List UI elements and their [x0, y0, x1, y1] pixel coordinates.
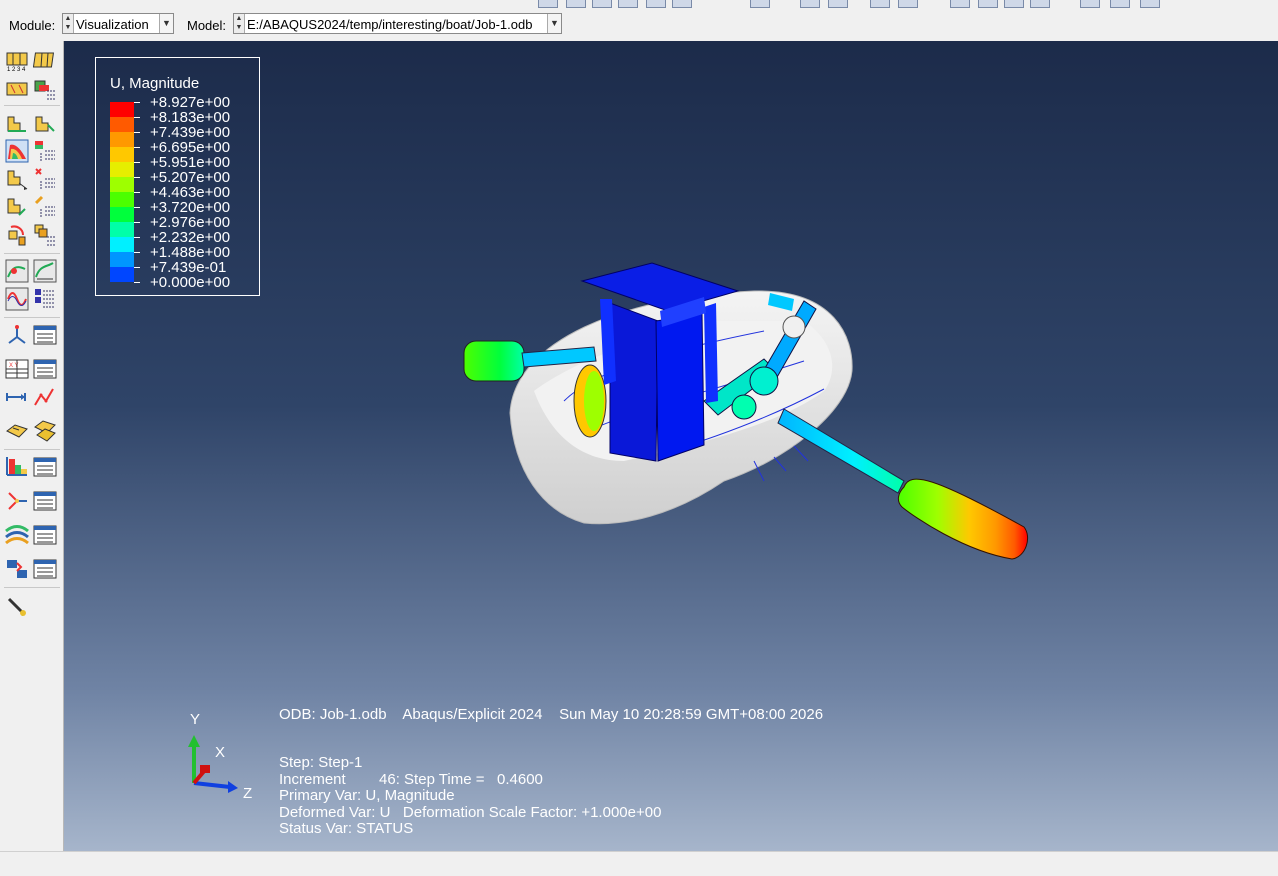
toolbar-icon[interactable] — [592, 0, 612, 8]
increment-line: Increment 46: Step Time = 0.4600 — [279, 771, 543, 788]
plot-symbols-icon[interactable] — [5, 167, 29, 191]
animation-options-icon[interactable] — [33, 287, 57, 311]
toolbar-icon[interactable] — [978, 0, 998, 8]
model-combo[interactable]: ▲ ▼ E:/ABAQUS2024/temp/interesting/boat/J… — [233, 13, 562, 34]
svg-text:1 2 3 4: 1 2 3 4 — [7, 67, 26, 73]
animate-time-icon[interactable] — [33, 259, 57, 283]
toolbar-icon[interactable] — [828, 0, 848, 8]
toolbar-icon[interactable] — [618, 0, 638, 8]
view-cut-create-icon[interactable] — [5, 557, 29, 581]
create-path-icon[interactable] — [5, 385, 29, 409]
toolbar-icon[interactable] — [646, 0, 666, 8]
toolbar-icon[interactable] — [566, 0, 586, 8]
plot-both-icon[interactable] — [5, 77, 29, 101]
spin-arrows-icon[interactable]: ▲ ▼ — [234, 14, 245, 33]
plot-deformed-icon[interactable] — [33, 49, 57, 73]
plot-undeformed-icon[interactable]: 1 2 3 4 — [5, 49, 29, 73]
spin-arrows-icon[interactable]: ▲ ▼ — [63, 14, 74, 33]
plot-material-orientations-icon[interactable] — [5, 195, 29, 219]
toolbar-icon[interactable] — [950, 0, 970, 8]
odb-info-line: ODB: Job-1.odb Abaqus/Explicit 2024 Sun … — [279, 706, 824, 723]
visualization-toolbox: 1 2 3 4 X Y — [0, 41, 64, 851]
common-options-icon[interactable] — [5, 111, 29, 135]
toolbar-icon[interactable] — [1030, 0, 1050, 8]
stream-create-icon[interactable] — [5, 523, 29, 547]
model-label: Model: — [187, 18, 227, 33]
display-group-icon[interactable] — [5, 419, 29, 443]
replace-display-group-icon[interactable] — [33, 419, 57, 443]
xy-data-table-icon[interactable]: X Y — [5, 357, 29, 381]
status-bar — [0, 851, 1278, 876]
animate-time-history-icon[interactable] — [5, 223, 29, 247]
stream-manager-icon[interactable] — [33, 523, 57, 547]
xy-data-manager-icon[interactable] — [33, 323, 57, 347]
toolbar-icon[interactable] — [1140, 0, 1160, 8]
toolbar-icon[interactable] — [672, 0, 692, 8]
create-xy-data-icon[interactable] — [5, 323, 29, 347]
triad-axes-icon — [188, 735, 238, 793]
toolbar-icon[interactable] — [1080, 0, 1100, 8]
deformed-var-line: Deformed Var: U Deformation Scale Factor… — [279, 804, 662, 821]
context-bar: Module: ▲ ▼ Visualization ▼ Model: ▲ ▼ E:/… — [0, 9, 1278, 41]
status-var-line: Status Var: STATUS — [279, 820, 414, 837]
toolbar-icon[interactable] — [870, 0, 890, 8]
module-value: Visualization — [76, 17, 149, 32]
plot-options-icon[interactable] — [33, 77, 57, 101]
toolbar-icon[interactable] — [538, 0, 558, 8]
free-body-cut-icon[interactable] — [5, 489, 29, 513]
step-line: Step: Step-1 — [279, 754, 363, 771]
contour-options-icon[interactable] — [33, 139, 57, 163]
module-combo[interactable]: ▲ ▼ Visualization ▼ — [62, 13, 174, 34]
module-label: Module: — [9, 18, 56, 33]
path-plot-icon[interactable] — [33, 385, 57, 409]
xy-data-list-icon[interactable] — [33, 357, 57, 381]
view-cut-options-icon[interactable] — [33, 223, 57, 247]
create-display-group-icon[interactable] — [5, 455, 29, 479]
free-body-manager-icon[interactable] — [33, 489, 57, 513]
primary-var-line: Primary Var: U, Magnitude — [279, 787, 455, 804]
chevron-down-icon[interactable]: ▼ — [547, 14, 561, 33]
graphics-viewport[interactable]: U, Magnitude +8.927e+00 +8.183e+00 +7.439e… — [64, 41, 1278, 851]
symbol-options-icon[interactable] — [33, 167, 57, 191]
superimpose-options-icon[interactable] — [33, 111, 57, 135]
animate-harmonic-icon[interactable] — [5, 287, 29, 311]
toolbar-icon[interactable] — [898, 0, 918, 8]
toolbar-icon[interactable] — [800, 0, 820, 8]
plot-contours-icon[interactable] — [5, 139, 29, 163]
toolbar-icon[interactable] — [750, 0, 770, 8]
query-pencil-icon[interactable] — [5, 595, 29, 619]
main-toolbar-strip — [0, 0, 1278, 9]
orientation-options-icon[interactable] — [33, 195, 57, 219]
model-value: E:/ABAQUS2024/temp/interesting/boat/Job-… — [247, 17, 533, 32]
model-render[interactable] — [64, 41, 1278, 851]
toolbar-icon[interactable] — [1004, 0, 1024, 8]
view-cut-manager-icon[interactable] — [33, 557, 57, 581]
toolbar-icon[interactable] — [1110, 0, 1130, 8]
chevron-down-icon[interactable]: ▼ — [159, 14, 173, 33]
animate-scale-factor-icon[interactable] — [5, 259, 29, 283]
display-group-manager-icon[interactable] — [33, 455, 57, 479]
triad-y-label: Y — [190, 711, 201, 728]
right-oar — [777, 408, 1028, 560]
